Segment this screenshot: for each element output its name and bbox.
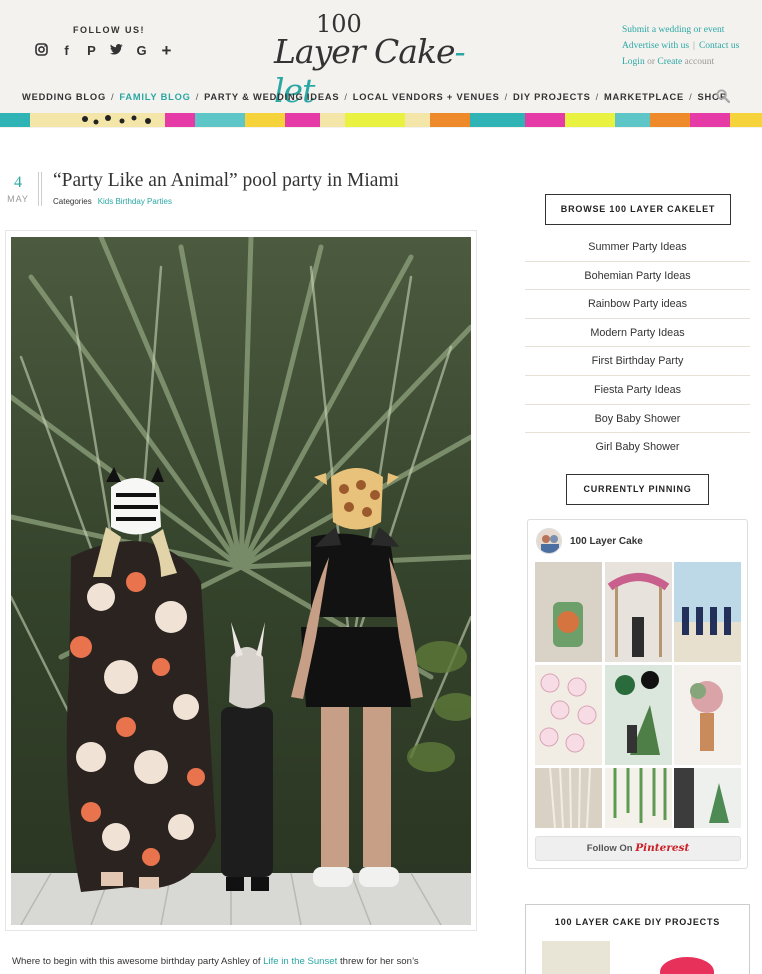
category-item-modern[interactable]: Modern Party Ideas: [525, 319, 750, 348]
or-text: or: [647, 57, 655, 67]
pinterest-icon[interactable]: P: [84, 43, 99, 58]
diy-thumbnail[interactable]: [542, 941, 610, 974]
pinterest-account-name[interactable]: 100 Layer Cake: [570, 536, 643, 547]
diy-thumbnail[interactable]: [660, 957, 714, 974]
pin-thumbnail[interactable]: [535, 768, 602, 828]
category-item-girl-baby-shower[interactable]: Girl Baby Shower: [525, 433, 750, 462]
post-day: 4: [14, 174, 22, 191]
diy-projects-box: 100 LAYER CAKE DIY PROJECTS: [525, 904, 750, 974]
date-divider: [41, 172, 42, 206]
category-item-rainbow[interactable]: Rainbow Party ideas: [525, 290, 750, 319]
category-item-boy-baby-shower[interactable]: Boy Baby Shower: [525, 405, 750, 434]
post-photo[interactable]: [11, 237, 471, 925]
login-link[interactable]: Login: [622, 57, 645, 67]
category-item-first-birthday[interactable]: First Birthday Party: [525, 347, 750, 376]
nav-marketplace[interactable]: MARKETPLACE: [604, 92, 684, 102]
nav-wedding-blog[interactable]: WEDDING BLOG: [22, 92, 106, 102]
pinterest-wordmark: Pinterest: [635, 842, 690, 854]
google-plus-icon[interactable]: G: [134, 43, 149, 58]
pin-thumbnail[interactable]: [674, 562, 741, 662]
bloglovin-plus-icon[interactable]: +: [159, 42, 174, 59]
category-item-bohemian[interactable]: Bohemian Party Ideas: [525, 262, 750, 291]
post-title[interactable]: “Party Like an Animal” pool party in Mia…: [53, 170, 399, 192]
nav-family-blog[interactable]: FAMILY BLOG: [119, 92, 190, 102]
category-link[interactable]: Kids Birthday Parties: [98, 197, 172, 206]
paint-strip-decoration: [0, 113, 762, 127]
facebook-icon[interactable]: f: [59, 43, 74, 58]
pin-grid: [535, 562, 741, 828]
search-icon[interactable]: [716, 89, 730, 103]
life-in-the-sunset-link[interactable]: Life in the Sunset: [263, 956, 337, 967]
pin-thumbnail[interactable]: [674, 665, 741, 765]
account-links: Submit a wedding or event Advertise with…: [622, 25, 740, 67]
pin-thumbnail[interactable]: [535, 665, 602, 765]
post-date: 4 MAY: [5, 174, 31, 204]
category-item-fiesta[interactable]: Fiesta Party Ideas: [525, 376, 750, 405]
pinterest-avatar[interactable]: [536, 528, 562, 554]
currently-pinning-button[interactable]: CURRENTLY PINNING: [566, 474, 709, 505]
category-item-summer[interactable]: Summer Party Ideas: [525, 233, 750, 262]
post-categories: Categories Kids Birthday Parties: [53, 197, 172, 206]
pin-thumbnail[interactable]: [604, 768, 672, 828]
follow-on-pinterest-button[interactable]: Follow On Pinterest: [535, 836, 741, 861]
follow-us-label: FOLLOW US!: [73, 25, 145, 35]
pin-thumbnail[interactable]: [535, 562, 602, 662]
nav-local-vendors[interactable]: LOCAL VENDORS + VENUES: [353, 92, 500, 102]
instagram-icon[interactable]: [34, 43, 49, 58]
account-text: account: [684, 57, 715, 67]
site-logo[interactable]: 100 Layer Cake-let: [270, 10, 490, 110]
pin-thumbnail[interactable]: [604, 562, 672, 662]
post-month: MAY: [7, 194, 29, 204]
create-link[interactable]: Create: [657, 57, 682, 67]
social-links: f P G +: [34, 42, 174, 59]
pinterest-widget: 100 Layer Cake Follow On Pinterest: [527, 519, 748, 869]
submit-wedding-link[interactable]: Submit a wedding or event: [622, 25, 724, 35]
nav-party-wedding-ideas[interactable]: PARTY & WEDDING IDEAS: [204, 92, 339, 102]
pin-thumbnail[interactable]: [674, 768, 741, 828]
categories-label: Categories: [53, 197, 92, 206]
date-divider: [38, 172, 39, 206]
nav-diy-projects[interactable]: DIY PROJECTS: [513, 92, 591, 102]
contact-link[interactable]: Contact us: [699, 41, 739, 51]
pin-thumbnail[interactable]: [604, 665, 672, 765]
site-header: FOLLOW US! f P G + 100 Layer Cake-let Su…: [0, 0, 762, 128]
browse-cakelet-button[interactable]: BROWSE 100 LAYER CAKELET: [545, 194, 731, 225]
party-category-list: Summer Party Ideas Bohemian Party Ideas …: [525, 233, 750, 462]
diy-projects-title: 100 LAYER CAKE DIY PROJECTS: [554, 917, 721, 927]
twitter-icon[interactable]: [109, 43, 124, 58]
main-nav: WEDDING BLOG / FAMILY BLOG / PARTY & WEDDI…: [22, 92, 728, 102]
post-intro: Where to begin with this awesome birthda…: [12, 956, 419, 967]
advertise-link[interactable]: Advertise with us: [622, 41, 689, 51]
